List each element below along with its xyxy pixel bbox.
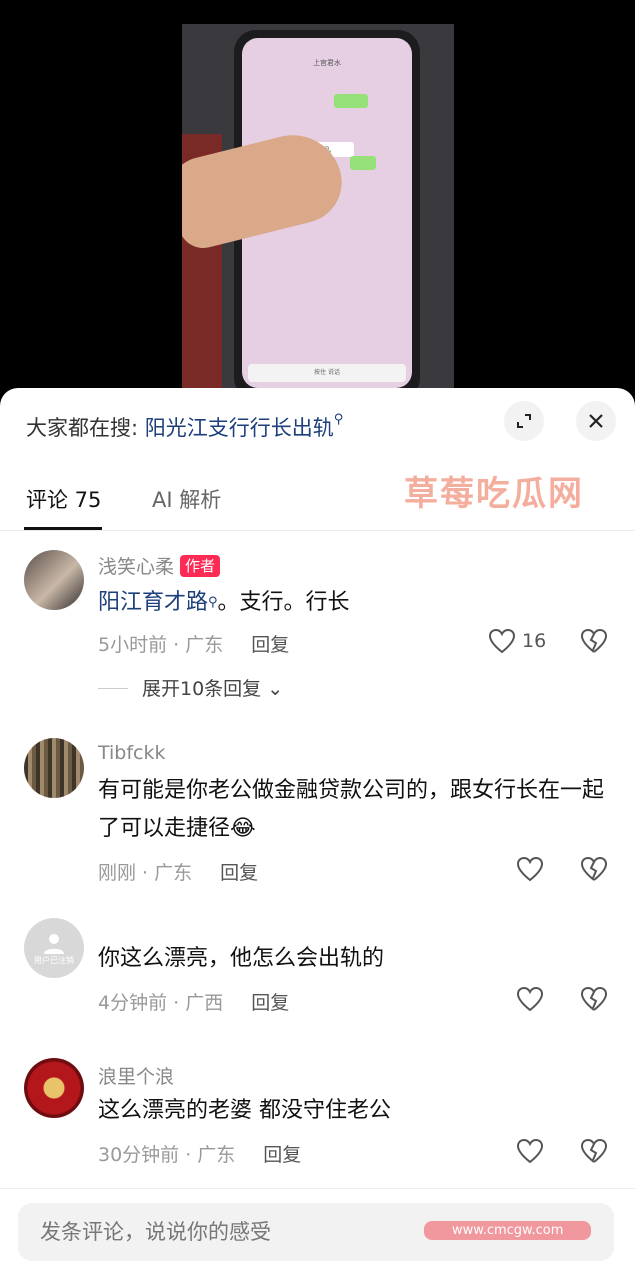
comment-text: 阳江育才路⚲。支行。行长	[98, 590, 350, 615]
close-button[interactable]	[576, 401, 616, 441]
broken-heart-icon	[580, 1138, 608, 1163]
comment-author[interactable]: 浅笑心柔 作者	[98, 552, 221, 579]
broken-heart-icon	[580, 986, 608, 1011]
dislike-button[interactable]	[580, 856, 608, 886]
avatar[interactable]	[24, 1058, 84, 1118]
comment-meta: 30分钟前 · 广东 回复	[98, 1144, 302, 1166]
comment-meta: 4分钟前 · 广西 回复	[98, 992, 290, 1014]
trending-search-term[interactable]: 阳光江支行行长出轨	[145, 416, 334, 440]
expand-line	[98, 688, 128, 689]
trending-search[interactable]: 大家都在搜: 阳光江支行行长出轨⚲	[26, 412, 343, 442]
comment-text: 你这么漂亮，他怎么会出轨的	[98, 946, 385, 971]
broken-heart-icon	[580, 628, 608, 653]
avatar[interactable]	[24, 550, 84, 610]
comment-meta: 5小时前 · 广东 回复	[98, 634, 290, 656]
chat-bubble-sent	[334, 94, 368, 108]
search-icon: ⚲	[333, 412, 344, 427]
video-player[interactable]: 上官君水 你老婆出去刷，睡电视。 按住 说话	[0, 0, 635, 390]
tab-ai-analysis[interactable]: AI 解析	[152, 484, 221, 514]
comment-author[interactable]: 浪里个浪	[98, 1062, 174, 1089]
like-button[interactable]	[516, 986, 544, 1012]
dislike-button[interactable]	[580, 986, 608, 1016]
heart-icon	[516, 986, 544, 1012]
reply-button[interactable]: 回复	[251, 992, 289, 1014]
heart-icon	[516, 1138, 544, 1164]
like-button[interactable]: 16	[488, 628, 546, 654]
watermark: 草莓吃瓜网	[404, 474, 584, 514]
reply-button[interactable]: 回复	[251, 634, 289, 656]
search-icon: ⚲	[208, 595, 218, 610]
heart-icon	[488, 628, 516, 654]
chat-voice-input: 按住 说话	[248, 364, 406, 382]
comment-author[interactable]: Tibfckk	[98, 742, 166, 764]
like-button[interactable]	[516, 1138, 544, 1164]
comment-meta: 刚刚 · 广东 回复	[98, 862, 259, 884]
comment-text: 有可能是你老公做金融贷款公司的，跟女行长在一起了可以走捷径😂	[98, 778, 605, 841]
chevron-down-icon: ⌄	[261, 678, 284, 700]
comment-text: 这么漂亮的老婆 都没守住老公	[98, 1098, 391, 1123]
author-badge: 作者	[180, 555, 221, 577]
close-icon	[589, 414, 603, 428]
reply-button[interactable]: 回复	[220, 862, 258, 884]
comment-mention[interactable]: 阳江育才路	[98, 590, 208, 615]
deleted-user-label: 用户已注销	[34, 955, 74, 965]
chat-title: 上官君水	[313, 59, 341, 67]
expand-replies-button[interactable]: 展开10条回复 ⌄	[98, 674, 283, 701]
avatar[interactable]: 用户已注销	[24, 918, 84, 978]
tab-comments[interactable]: 评论 75	[26, 484, 101, 514]
like-count: 16	[522, 630, 547, 652]
dislike-button[interactable]	[580, 1138, 608, 1168]
comment-sheet: 大家都在搜: 阳光江支行行长出轨⚲ 评论 75 AI 解析 浅笑心柔 作者 阳江育…	[0, 388, 635, 1281]
expand-icon	[517, 414, 531, 428]
chat-bubble-sent	[350, 156, 376, 170]
dislike-button[interactable]	[580, 628, 608, 658]
laugh-cry-emoji: 😂	[230, 816, 256, 841]
expand-sheet-button[interactable]	[504, 401, 544, 441]
heart-icon	[516, 856, 544, 882]
divider	[0, 530, 635, 531]
trending-search-prefix: 大家都在搜:	[26, 416, 145, 440]
user-icon	[44, 933, 64, 954]
reply-button[interactable]: 回复	[263, 1144, 301, 1166]
broken-heart-icon	[580, 856, 608, 881]
watermark-url: www.cmcgw.com	[424, 1221, 592, 1240]
avatar[interactable]	[24, 738, 84, 798]
video-frame: 上官君水 你老婆出去刷，睡电视。 按住 说话	[182, 24, 454, 390]
like-button[interactable]	[516, 856, 544, 882]
